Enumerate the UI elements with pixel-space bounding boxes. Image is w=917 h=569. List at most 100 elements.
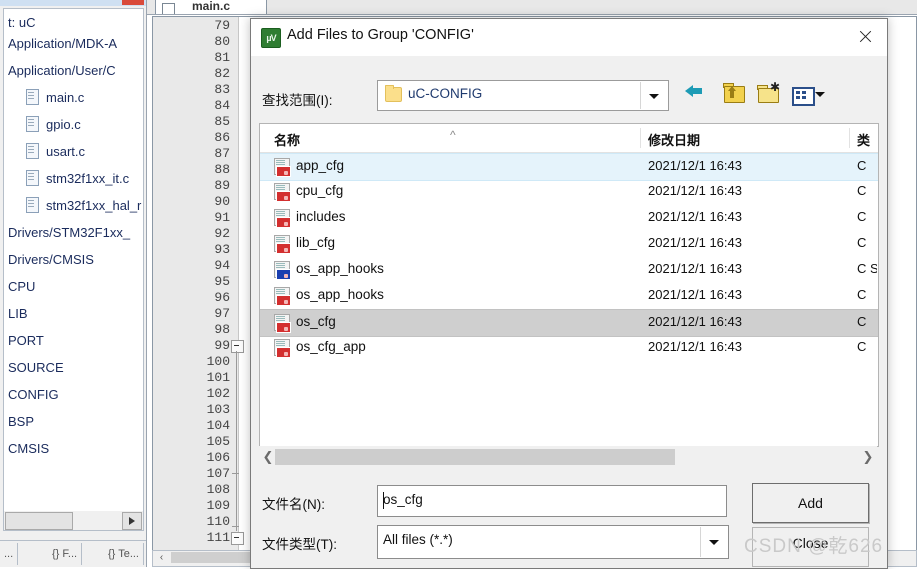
tree-item-main-c[interactable]: main.c (4, 84, 143, 111)
document-tabbar: main.c (147, 0, 917, 15)
tree-item-bsp[interactable]: BSP (4, 408, 143, 435)
c-file-icon (274, 261, 291, 280)
tab-checkbox-icon (162, 3, 175, 14)
project-tree-hscroll-thumb[interactable] (5, 512, 73, 530)
line-number: 104 (206, 418, 230, 433)
file-list-row[interactable]: includes 2021/12/1 16:43 C (260, 205, 878, 231)
project-tab-1[interactable]: {} F... (48, 543, 83, 565)
tree-item-application-user-c[interactable]: Application/User/C (4, 57, 143, 84)
line-number: 98 (214, 322, 230, 337)
uvision-icon: µV (261, 28, 281, 48)
file-name-cell: app_cfg (296, 158, 345, 173)
fold-toggle-icon[interactable] (231, 340, 244, 353)
line-number: 88 (214, 162, 230, 177)
line-number: 96 (214, 290, 230, 305)
tree-item-label: usart.c (46, 144, 86, 159)
file-list-row[interactable]: cpu_cfg 2021/12/1 16:43 C (260, 179, 878, 205)
close-icon[interactable] (843, 19, 887, 54)
tree-item-label: BSP (8, 414, 35, 429)
tree-item-label: stm32f1xx_it.c (46, 171, 130, 186)
fold-toggle-icon[interactable] (231, 532, 244, 545)
file-date-cell: 2021/12/1 16:43 (648, 261, 742, 276)
document-icon (26, 143, 39, 159)
tree-item-stm32f1xx-hal-r[interactable]: stm32f1xx_hal_r (4, 192, 143, 219)
line-number: 92 (214, 226, 230, 241)
tree-item-drivers-cmsis[interactable]: Drivers/CMSIS (4, 246, 143, 273)
tree-item-config[interactable]: CONFIG (4, 381, 143, 408)
line-number: 102 (206, 386, 230, 401)
back-icon[interactable] (685, 83, 713, 105)
editor-hscroll-left-icon[interactable]: ‹ (154, 552, 169, 563)
look-in-combobox[interactable]: uC-CONFIG (377, 80, 669, 111)
file-list-row[interactable]: os_cfg_app 2021/12/1 16:43 C (260, 335, 878, 361)
chevron-down-icon[interactable] (640, 82, 667, 109)
chevron-down-icon[interactable] (700, 527, 727, 557)
file-list-hscroll-thumb[interactable] (275, 449, 675, 465)
line-number: 103 (206, 402, 230, 417)
file-name-cell: os_cfg_app (296, 339, 366, 354)
tree-item-cmsis[interactable]: CMSIS (4, 435, 143, 462)
tree-item-label: Drivers/CMSIS (8, 252, 94, 267)
new-folder-icon[interactable]: ✱ (757, 81, 781, 105)
file-type-cell: C (857, 209, 867, 224)
line-number: 99 (214, 338, 230, 353)
document-icon (26, 89, 39, 105)
views-icon[interactable] (791, 83, 827, 106)
chevron-left-icon[interactable]: ❮ (261, 448, 275, 466)
add-button[interactable]: Add (752, 483, 869, 523)
column-header-type[interactable]: 类 (857, 130, 877, 149)
dialog-titlebar[interactable]: µV Add Files to Group 'CONFIG' (251, 19, 887, 56)
file-list-row[interactable]: app_cfg 2021/12/1 16:43 C (260, 153, 878, 181)
tree-item-label: PORT (8, 333, 44, 348)
file-type-combobox[interactable]: All files (*.*) (377, 525, 729, 559)
project-tree[interactable]: t: uC Application/MDK-A Application/User/… (3, 8, 144, 515)
tree-item-label: Application/User/C (8, 63, 116, 78)
column-header-date[interactable]: 修改日期 (648, 130, 700, 149)
line-number: 84 (214, 98, 230, 113)
tree-item-gpio-c[interactable]: gpio.c (4, 111, 143, 138)
tree-item-port[interactable]: PORT (4, 327, 143, 354)
column-divider[interactable] (640, 128, 641, 148)
line-number: 105 (206, 434, 230, 449)
file-list-row[interactable]: os_cfg 2021/12/1 16:43 C (260, 309, 878, 337)
tree-item-source[interactable]: SOURCE (4, 354, 143, 381)
project-panel-close-icon[interactable] (122, 0, 144, 5)
project-tree-hscrollbar[interactable] (3, 511, 144, 531)
tree-item-usart-c[interactable]: usart.c (4, 138, 143, 165)
column-header-name[interactable]: 名称 (274, 130, 300, 149)
up-folder-icon[interactable] (723, 83, 747, 105)
file-name-input[interactable]: os_cfg (377, 485, 727, 517)
line-number: 89 (214, 178, 230, 193)
file-list-row[interactable]: lib_cfg 2021/12/1 16:43 C (260, 231, 878, 257)
project-tree-rows: Application/MDK-A Application/User/C main.… (4, 30, 143, 462)
project-tab-label: {} Te... (108, 548, 139, 560)
project-tree-hscroll-right-button[interactable] (122, 512, 142, 530)
editor-fold-column[interactable] (231, 17, 247, 553)
text-caret (383, 492, 384, 509)
close-button[interactable]: Close (752, 527, 869, 567)
fold-tick (232, 473, 239, 474)
project-panel-titlebar (0, 0, 146, 6)
tree-item-application-mdk-a[interactable]: Application/MDK-A (4, 30, 143, 57)
tree-item-cpu[interactable]: CPU (4, 273, 143, 300)
file-list[interactable]: 名称 ^ 修改日期 类 app_cfg 2021/12/1 16:43 C cpu_… (259, 123, 879, 447)
tree-item-drivers-stm32f1xx[interactable]: Drivers/STM32F1xx_ (4, 219, 143, 246)
tab-main-c[interactable]: main.c (155, 0, 267, 14)
file-list-hscrollbar[interactable]: ❮ ❯ (259, 446, 877, 468)
file-list-row[interactable]: os_app_hooks 2021/12/1 16:43 C (260, 283, 878, 309)
c-file-icon (274, 235, 291, 254)
fold-tick (232, 526, 239, 527)
project-tab-0[interactable]: ... (0, 543, 19, 565)
file-list-row[interactable]: os_app_hooks 2021/12/1 16:43 C S (260, 257, 878, 283)
tree-item-stm32f1xx-it-c[interactable]: stm32f1xx_it.c (4, 165, 143, 192)
project-tab-label: ... (4, 548, 14, 560)
chevron-right-icon[interactable]: ❯ (861, 448, 875, 466)
tree-item-label: CPU (8, 279, 36, 294)
column-divider[interactable] (849, 128, 850, 148)
tree-item-lib[interactable]: LIB (4, 300, 143, 327)
file-list-header: 名称 ^ 修改日期 类 (260, 124, 878, 153)
file-type-cell: C (857, 339, 867, 354)
project-tab-2[interactable]: {} Te... (104, 543, 144, 565)
line-number: 107 (206, 466, 230, 481)
add-files-dialog: µV Add Files to Group 'CONFIG' 查找范围(I): … (250, 18, 888, 569)
